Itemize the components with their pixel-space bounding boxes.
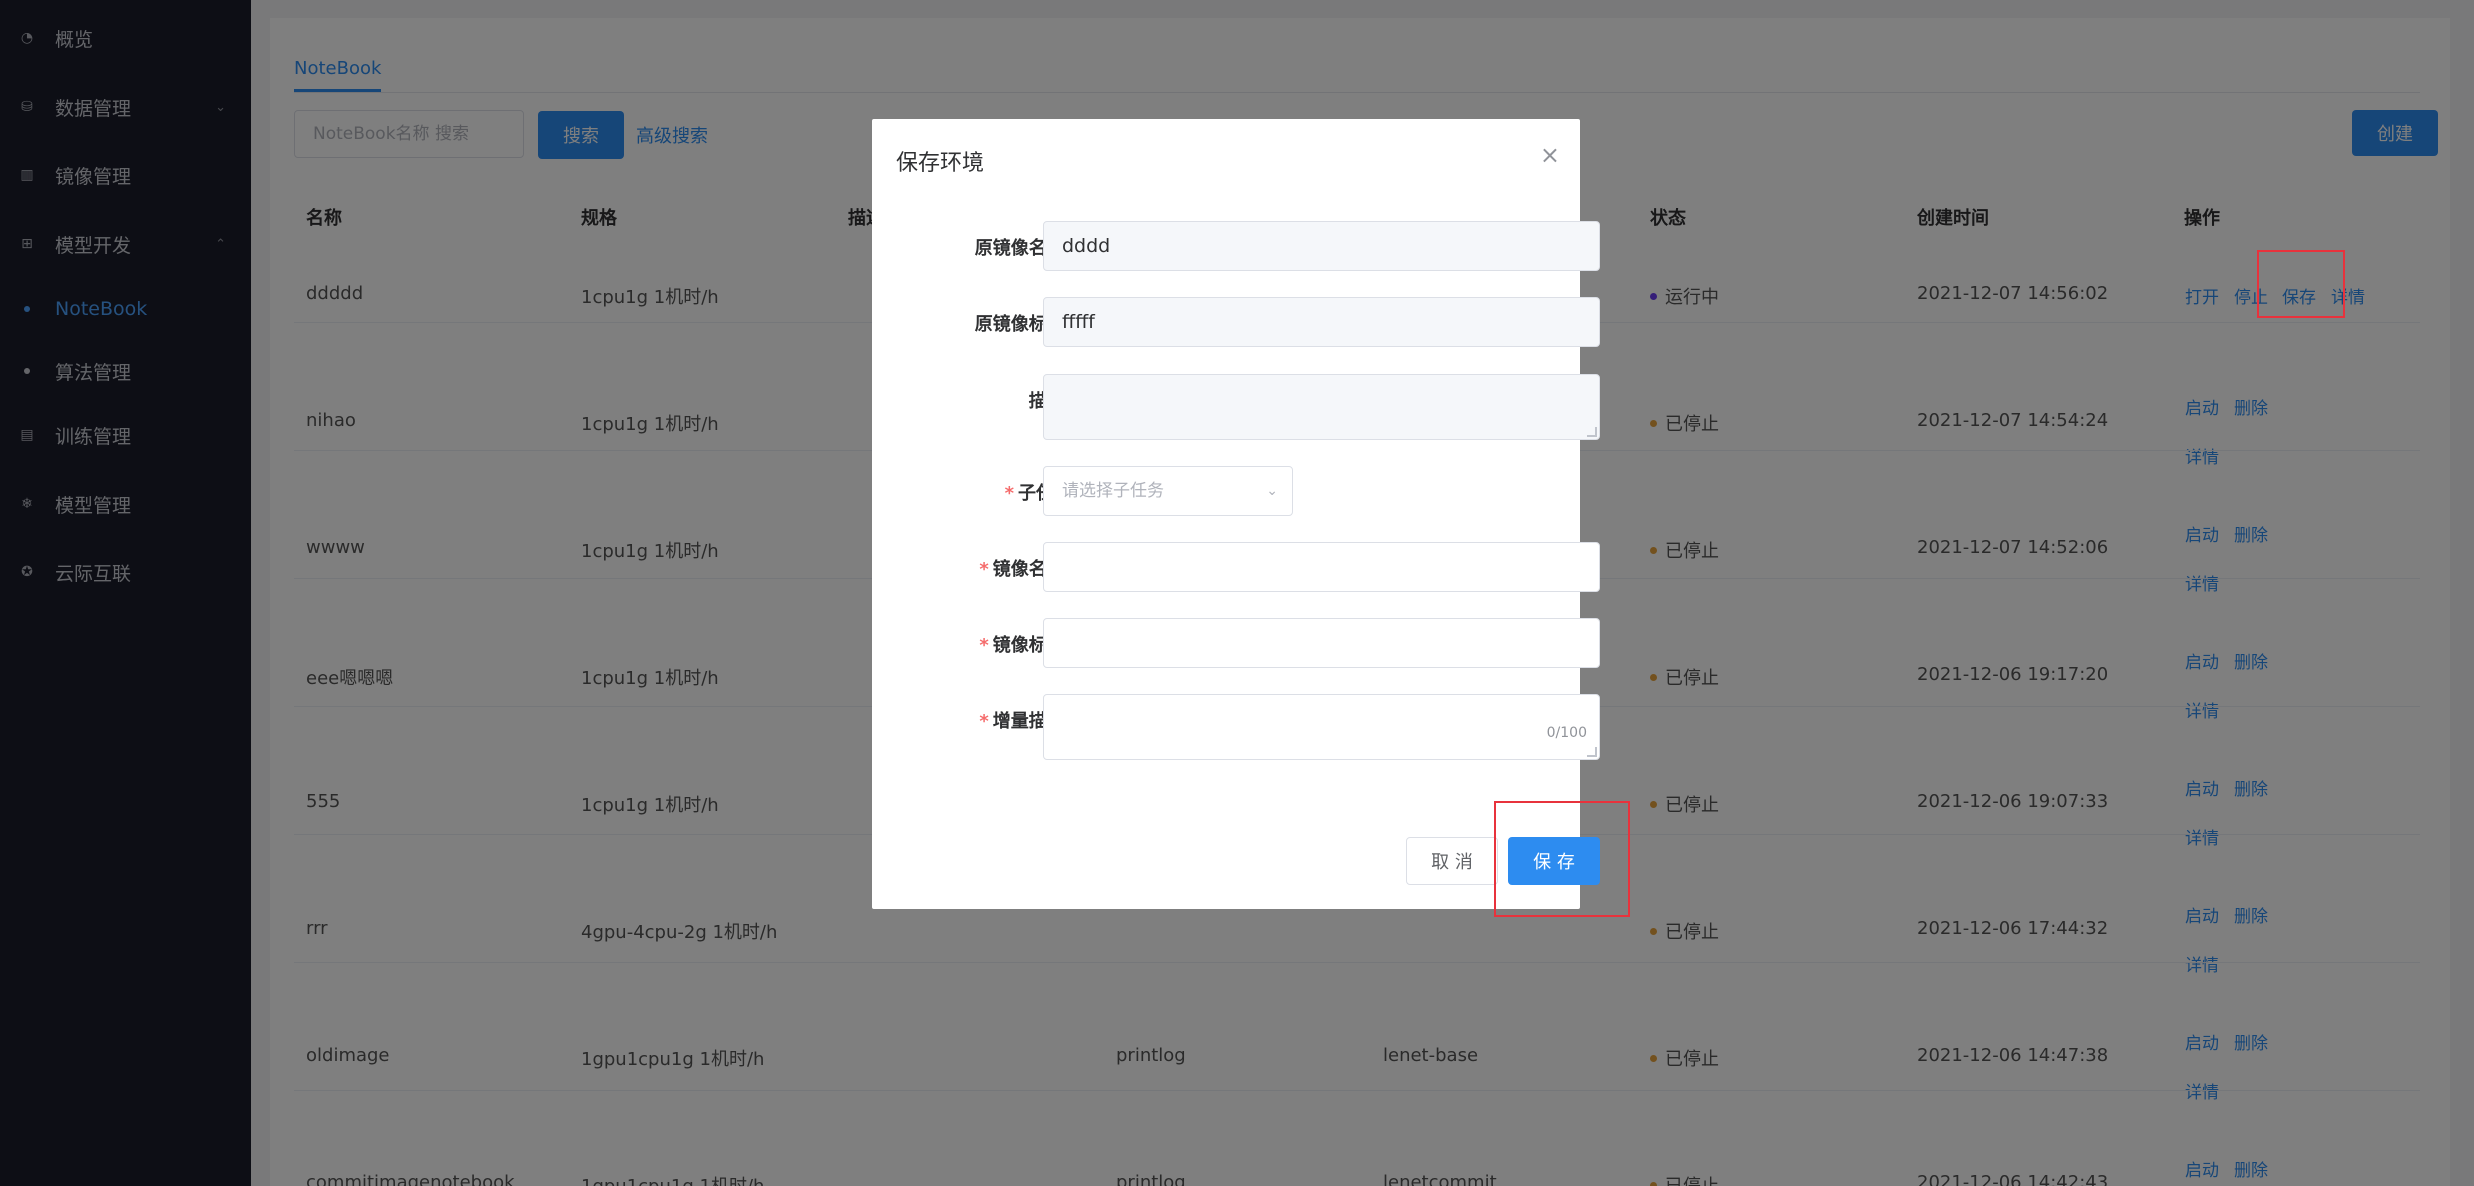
resize-handle-icon [1587, 427, 1597, 437]
description-textarea [1043, 374, 1600, 440]
dialog-title: 保存环境 [896, 151, 985, 176]
close-icon[interactable]: × [1540, 141, 1560, 169]
image-name-input[interactable] [1043, 542, 1600, 592]
cancel-button[interactable]: 取 消 [1406, 837, 1498, 885]
incremental-desc-textarea[interactable]: 0/100 [1043, 694, 1600, 760]
resize-handle-icon[interactable] [1587, 747, 1597, 757]
orig-image-tag-field: fffff [1043, 297, 1600, 347]
chevron-down-icon: ⌄ [1266, 483, 1278, 499]
orig-image-name-field: dddd [1043, 221, 1600, 271]
char-counter: 0/100 [1546, 725, 1587, 741]
save-environment-dialog: 保存环境 × 原镜像名称: dddd 原镜像标签: fffff 描述: *子任务… [872, 119, 1600, 909]
highlight-box-row-save [2257, 250, 2345, 318]
image-tag-input[interactable] [1043, 618, 1600, 668]
subtask-placeholder: 请选择子任务 [1062, 481, 1164, 501]
subtask-select[interactable]: 请选择子任务 ⌄ [1043, 466, 1293, 516]
highlight-box-save [1494, 801, 1630, 917]
